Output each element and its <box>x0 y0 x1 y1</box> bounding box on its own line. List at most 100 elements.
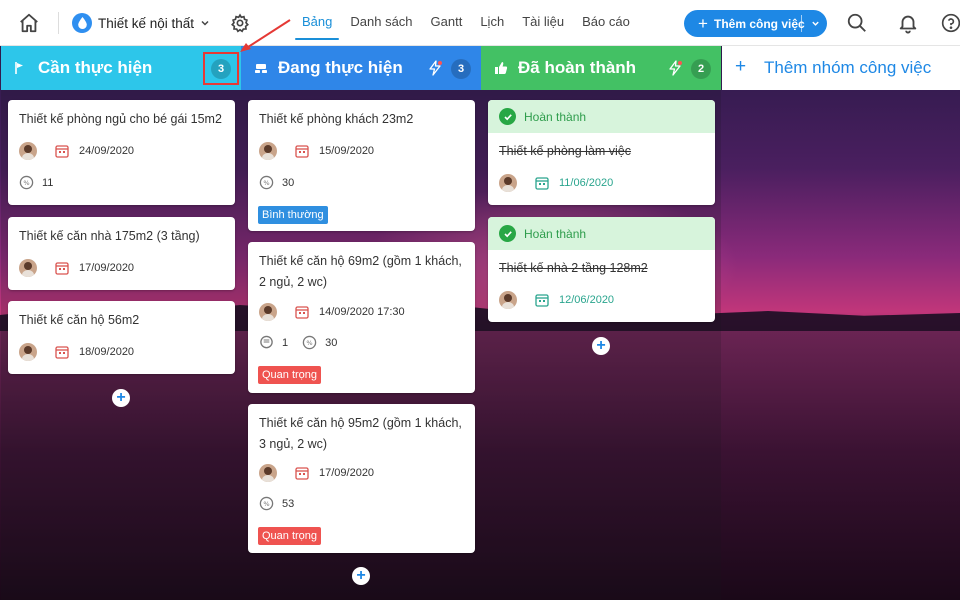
task-meta: 14/09/2020 17:30 <box>259 303 405 321</box>
calendar-icon <box>535 177 549 190</box>
progress-value: 30 <box>282 176 295 189</box>
task-card[interactable]: Thiết kế phòng ngủ cho bé gái 15m2 24/09… <box>8 100 235 205</box>
add-group-label: Thêm nhóm công việc <box>764 58 932 77</box>
divider <box>58 12 59 34</box>
automation-icon[interactable] <box>667 60 683 76</box>
add-card-button[interactable]: + <box>112 389 130 407</box>
calendar-icon <box>535 294 549 307</box>
comment-icon <box>260 335 273 349</box>
task-meta: 12/06/2020 <box>499 291 614 309</box>
task-stats: % 11 <box>19 175 53 190</box>
task-card[interactable]: Thiết kế căn nhà 175m2 (3 tầng) 17/09/20… <box>8 217 235 290</box>
column-header: Đã hoàn thành 2 <box>481 46 721 90</box>
calendar-icon <box>295 145 309 158</box>
plus-icon: + <box>698 14 708 33</box>
tab-documents[interactable]: Tài liệu <box>513 0 573 46</box>
thumbs-up-icon <box>495 62 508 74</box>
bell-icon[interactable] <box>897 12 919 34</box>
task-meta: 17/09/2020 <box>19 259 134 277</box>
task-meta: 15/09/2020 <box>259 142 374 160</box>
add-task-dropdown[interactable] <box>806 10 824 37</box>
task-title: Thiết kế căn nhà 175m2 (3 tầng) <box>19 229 200 243</box>
add-card-button[interactable]: + <box>352 567 370 585</box>
progress-value: 53 <box>282 497 295 510</box>
view-tabs: Bảng Danh sách Gantt Lịch Tài liệu Báo c… <box>293 0 639 46</box>
column-todo: Cần thực hiện 3 Thiết kế phòng ngủ cho b… <box>1 46 241 600</box>
tab-gantt[interactable]: Gantt <box>422 0 472 46</box>
task-meta: 18/09/2020 <box>19 343 134 361</box>
column-title: Cần thực hiện <box>38 58 153 77</box>
column-done: Đã hoàn thành 2 Hoàn thành Thiết kế phòn… <box>481 46 721 600</box>
gear-icon[interactable] <box>230 13 250 33</box>
column-doing: Đang thực hiện 3 Thiết kế phòng khách 23… <box>241 46 481 600</box>
automation-icon[interactable] <box>427 60 443 76</box>
tab-reports[interactable]: Báo cáo <box>573 0 639 46</box>
task-card[interactable]: Thiết kế phòng khách 23m2 15/09/2020 % 3… <box>248 100 475 231</box>
column-header: Đang thực hiện 3 <box>241 46 481 90</box>
task-stats: % 30 <box>259 175 294 190</box>
annotation-highlight-box <box>203 52 239 85</box>
workload-icon <box>255 64 267 73</box>
project-selector[interactable]: Thiết kế nội thất <box>72 11 210 35</box>
completed-banner: Hoàn thành <box>488 217 715 250</box>
progress-icon: % <box>259 496 274 511</box>
home-icon[interactable] <box>18 12 40 34</box>
add-card-button[interactable]: + <box>592 337 610 355</box>
help-icon[interactable] <box>941 13 960 33</box>
button-divider <box>801 15 802 32</box>
droplet-icon <box>72 13 92 33</box>
add-task-label: Thêm công việc <box>714 16 805 31</box>
svg-text:%: % <box>23 179 29 187</box>
due-date: 11/06/2020 <box>559 177 614 189</box>
calendar-icon <box>295 467 309 480</box>
progress-value: 11 <box>42 176 54 189</box>
task-title: Thiết kế phòng ngủ cho bé gái 15m2 <box>19 112 222 126</box>
tab-calendar[interactable]: Lịch <box>471 0 513 46</box>
avatar <box>259 303 277 321</box>
add-task-button[interactable]: + Thêm công việc <box>684 10 827 37</box>
svg-text:%: % <box>263 500 269 508</box>
avatar <box>19 343 37 361</box>
calendar-icon <box>55 145 69 158</box>
project-name: Thiết kế nội thất <box>98 15 195 31</box>
add-group-button[interactable]: + Thêm nhóm công việc <box>722 46 960 90</box>
due-date: 12/06/2020 <box>559 294 615 306</box>
task-meta: 17/09/2020 <box>259 464 374 482</box>
calendar-icon <box>55 346 69 359</box>
task-meta: 11/06/2020 <box>499 174 613 192</box>
check-icon[interactable] <box>499 108 516 125</box>
task-card[interactable]: Thiết kế căn hộ 69m2 (gồm 1 khách, 2 ngủ… <box>248 242 475 393</box>
priority-tag[interactable]: Bình thường <box>258 206 328 224</box>
task-stats: 1 % 30 <box>259 335 337 350</box>
due-date: 24/09/2020 <box>79 145 135 157</box>
chevron-down-icon <box>201 20 209 26</box>
task-title: Thiết kế nhà 2 tầng 128m2 <box>499 261 648 275</box>
avatar <box>259 464 277 482</box>
task-card[interactable]: Hoàn thành Thiết kế phòng làm việc 11/06… <box>488 100 715 205</box>
tab-list[interactable]: Danh sách <box>341 0 421 46</box>
priority-tag[interactable]: Quan trọng <box>258 527 322 545</box>
task-meta: 24/09/2020 <box>19 142 134 160</box>
search-icon[interactable] <box>846 12 868 34</box>
progress-icon: % <box>19 175 34 190</box>
check-icon[interactable] <box>499 225 516 242</box>
priority-tag[interactable]: Quan trọng <box>258 366 322 384</box>
due-date: 14/09/2020 17:30 <box>319 306 405 318</box>
task-card[interactable]: Hoàn thành Thiết kế nhà 2 tầng 128m2 12/… <box>488 217 715 322</box>
plus-icon: + <box>735 56 747 77</box>
chevron-down-icon <box>811 21 819 26</box>
column-title: Đang thực hiện <box>278 58 403 77</box>
completed-banner: Hoàn thành <box>488 100 715 133</box>
due-date: 17/09/2020 <box>79 262 135 274</box>
calendar-icon <box>55 262 69 275</box>
due-date: 17/09/2020 <box>319 467 375 479</box>
task-card[interactable]: Thiết kế căn hộ 56m2 18/09/2020 <box>8 301 235 374</box>
avatar <box>19 259 37 277</box>
avatar <box>499 291 517 309</box>
svg-text:%: % <box>307 339 313 347</box>
task-title: Thiết kế căn hộ 56m2 <box>19 313 140 327</box>
task-card[interactable]: Thiết kế căn hộ 95m2 (gồm 1 khách, 3 ngủ… <box>248 404 475 553</box>
avatar <box>19 142 37 160</box>
due-date: 15/09/2020 <box>319 145 375 157</box>
tab-board[interactable]: Bảng <box>293 0 341 46</box>
